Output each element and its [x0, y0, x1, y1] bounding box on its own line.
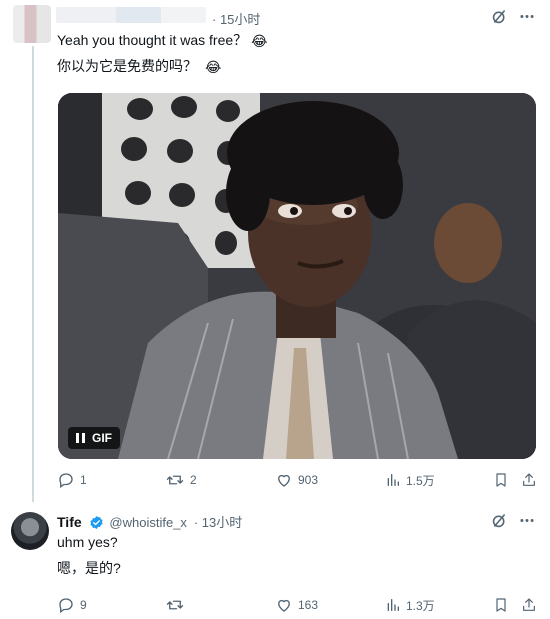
bookmark-button[interactable]	[493, 596, 509, 614]
emoji: 😂	[251, 33, 268, 49]
bookmark-button[interactable]	[493, 471, 509, 489]
more-icon[interactable]	[518, 512, 536, 529]
share-button[interactable]	[521, 471, 537, 489]
views-icon	[387, 599, 399, 611]
reply-button[interactable]: 1	[57, 471, 87, 489]
action-bar: 9 163 1.3万	[57, 596, 537, 618]
like-icon	[278, 599, 290, 612]
post-text-zh: 你以为它是免费的吗？ 😂	[57, 58, 222, 75]
action-bar: 1 2 903 1.5万	[57, 471, 537, 493]
post-text-en: uhm yes?	[57, 534, 118, 550]
post-text-en: Yeah you thought it was free？ 😂	[57, 32, 268, 49]
bookmark-icon	[496, 473, 506, 487]
views-icon	[387, 474, 399, 486]
author-name-redacted	[56, 7, 206, 23]
more-icon[interactable]	[518, 8, 536, 25]
like-count: 903	[298, 473, 319, 487]
verified-icon	[89, 515, 103, 530]
share-icon	[523, 598, 535, 611]
post-text-zh: 嗯，是的?	[57, 560, 121, 576]
views-count: 1.3万	[406, 598, 435, 613]
repost-count: 2	[190, 473, 197, 487]
repost-icon	[166, 600, 184, 610]
post-time[interactable]: · 13小时	[194, 515, 242, 530]
grok-icon[interactable]	[491, 512, 508, 529]
share-button[interactable]	[521, 596, 537, 614]
reply-count: 9	[80, 598, 87, 612]
gif-badge[interactable]: GIF	[68, 427, 120, 449]
repost-icon	[166, 475, 184, 485]
author-line: Tife @whoistife_x · 13小时	[57, 512, 242, 531]
author-handle[interactable]: @whoistife_x	[109, 515, 187, 530]
gif-frame	[58, 93, 536, 459]
post-1[interactable]: · 15小时 Yeah you thought it was free？ 😂 你以…	[0, 0, 550, 500]
views-button[interactable]: 1.3万	[385, 596, 435, 614]
pause-icon[interactable]	[76, 433, 85, 443]
grok-icon[interactable]	[491, 8, 508, 25]
avatar[interactable]	[13, 5, 51, 43]
share-icon	[523, 473, 535, 486]
reply-icon	[59, 473, 73, 489]
post-time[interactable]: · 15小时	[212, 9, 260, 28]
like-button[interactable]: 903	[275, 471, 318, 489]
like-icon	[278, 474, 290, 487]
reply-icon	[59, 598, 73, 614]
repost-button[interactable]: 2	[165, 471, 197, 489]
gif-label: GIF	[92, 431, 112, 445]
like-button[interactable]: 163	[275, 596, 318, 614]
author-name[interactable]: Tife	[57, 514, 82, 530]
reply-count: 1	[80, 473, 87, 487]
avatar[interactable]	[11, 512, 49, 550]
repost-button[interactable]	[165, 596, 190, 614]
gif-media[interactable]: GIF	[58, 93, 536, 459]
views-count: 1.5万	[406, 473, 435, 488]
reply-button[interactable]: 9	[57, 596, 87, 614]
emoji: 😂	[205, 59, 222, 75]
like-count: 163	[298, 598, 319, 612]
views-button[interactable]: 1.5万	[385, 471, 435, 489]
bookmark-icon	[496, 598, 506, 612]
post-2[interactable]: Tife @whoistife_x · 13小时 uhm yes? 嗯，是的? …	[0, 500, 550, 619]
